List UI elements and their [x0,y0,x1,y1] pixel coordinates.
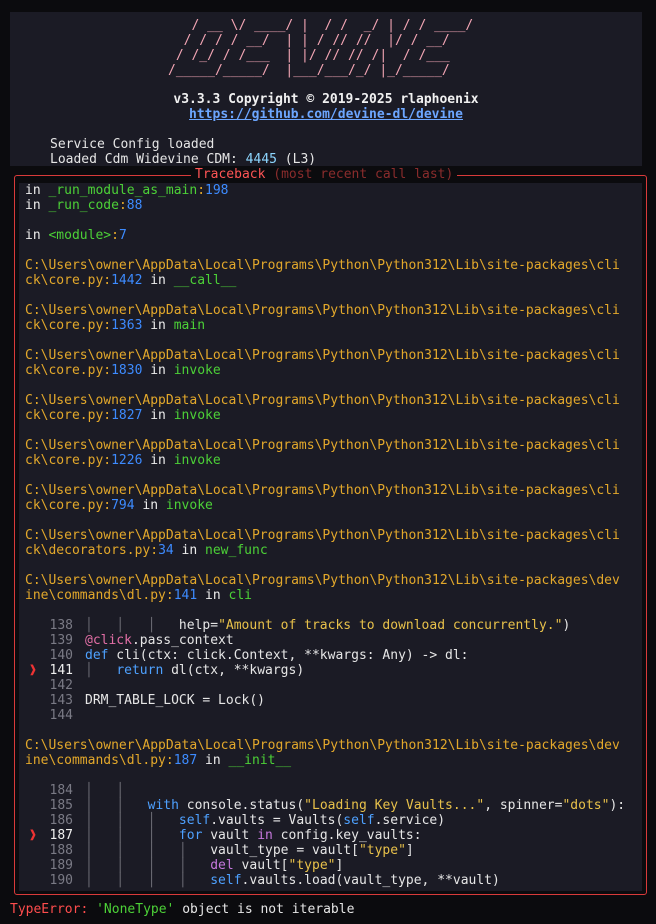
status-service: Service Config loaded [50,137,215,152]
traceback-frame: C:\Users\owner\AppData\Local\Programs\Py… [25,348,637,378]
frame-path: C:\Users\owner\AppData\Local\Programs\Py… [25,573,620,588]
status-cdm: Loaded Cdm Widevine CDM: 4445 (L3) [50,152,316,167]
status-cdm-prefix: Loaded Cdm Widevine CDM: [50,152,246,167]
frame-path: C:\Users\owner\AppData\Local\Programs\Py… [25,258,620,273]
code-snippet: 138 │ │ │ help="Amount of tracks to downl… [29,618,637,723]
frame-path: C:\Users\owner\AppData\Local\Programs\Py… [25,303,620,318]
frame-path: C:\Users\owner\AppData\Local\Programs\Py… [25,738,620,753]
frame-path: ck\core.py:1827 in invoke [25,408,221,423]
status-cdm-suffix: (L3) [276,152,317,167]
frame-path: C:\Users\owner\AppData\Local\Programs\Py… [25,483,620,498]
version-text: v3.3.3 Copyright © 2019-2025 rlaphoenix [173,92,479,107]
traceback-title: Traceback (most recent call last) [191,167,458,183]
frame-location: in _run_module_as_main:198 [25,183,229,198]
code-line: 143 DRM_TABLE_LOCK = Lock() [49,693,266,708]
traceback-frame: in _run_module_as_main:198 [25,183,637,198]
code-line: ❱ 141 │ return dl(ctx, **kwargs) [29,663,305,678]
traceback-frame: C:\Users\owner\AppData\Local\Programs\Py… [25,393,637,423]
code-line: 190 │ │ │ │ self.vaults.load(vault_type, … [49,873,500,888]
frame-path: ck\core.py:1830 in invoke [25,363,221,378]
frame-path: ck\core.py:1226 in invoke [25,453,221,468]
cdm-id: 4445 [245,152,277,167]
traceback-body: in _run_module_as_main:198 in _run_code:8… [19,183,642,891]
frame-path: ck\core.py:1442 in __call__ [25,273,237,288]
frame-path: ine\commands\dl.py:141 in cli [25,588,252,603]
error-text: object is not iterable [174,902,355,917]
traceback-frame: C:\Users\owner\AppData\Local\Programs\Py… [25,573,637,603]
frame-path: C:\Users\owner\AppData\Local\Programs\Py… [25,438,620,453]
traceback-frame: C:\Users\owner\AppData\Local\Programs\Py… [25,438,637,468]
frame-location: in <module>:7 [25,228,127,243]
repo-link[interactable]: https://github.com/devine-dl/devine [10,107,642,122]
frame-path: C:\Users\owner\AppData\Local\Programs\Py… [25,348,620,363]
frame-path: C:\Users\owner\AppData\Local\Programs\Py… [25,393,620,408]
logo-line: / __ \/ ____/ | / / _/ | / / ____/ [168,18,474,33]
traceback-frame: in _run_code:88 [25,198,637,213]
logo-line: / / / / __/ | | / // // |/ / __/ [168,33,474,48]
code-line: 138 │ │ │ help="Amount of tracks to downl… [49,618,571,633]
traceback-subtitle: (most recent call last) [273,167,454,182]
error-message: TypeError: 'NoneType' object is not iter… [10,902,354,917]
frame-path: ck\decorators.py:34 in new_func [25,543,268,558]
code-line: 188 │ │ │ │ vault_type = vault["type"] [49,843,414,858]
code-snippet: 184 │ │ 185 │ │ with console.status("Loadi… [29,783,637,888]
code-line: 144 [49,708,73,723]
code-line: ❱ 187 │ │ │ for vault in config.key_vaults… [29,828,422,843]
code-line: 139 @click.pass_context [49,633,234,648]
code-line: 140 def cli(ctx: click.Context, **kwargs:… [49,648,469,663]
traceback-panel: Traceback (most recent call last) in _ru… [14,167,647,895]
traceback-frame: C:\Users\owner\AppData\Local\Programs\Py… [25,528,637,558]
code-line: 186 │ │ │ self.vaults = Vaults(self.servi… [49,813,446,828]
traceback-frame: C:\Users\owner\AppData\Local\Programs\Py… [25,258,637,288]
banner: / __ \/ ____/ | / / _/ | / / ____/ / / /… [10,12,642,167]
current-line-marker-icon: ❱ [29,663,37,678]
frame-location: in _run_code:88 [25,198,143,213]
frame-path: C:\Users\owner\AppData\Local\Programs\Py… [25,528,620,543]
traceback-frame: in <module>:7 [25,228,637,243]
traceback-title-text: Traceback [195,167,266,182]
code-line: 185 │ │ with console.status("Loading Key … [49,798,626,813]
error-type: TypeError: [10,902,89,917]
frame-path: ine\commands\dl.py:187 in __init__ [25,753,292,768]
current-line-marker-icon: ❱ [29,828,37,843]
code-line: 142 [49,678,73,693]
traceback-frame: C:\Users\owner\AppData\Local\Programs\Py… [25,483,637,513]
code-line: 184 │ │ [49,783,148,798]
frame-path: ck\core.py:1363 in main [25,318,206,333]
frame-list: in _run_module_as_main:198 in _run_code:8… [25,183,637,888]
devine-ascii-logo: / __ \/ ____/ | / / _/ | / / ____/ / / /… [168,18,473,78]
error-quote: 'NoneType' [96,902,175,917]
frame-path: ck\core.py:794 in invoke [25,498,213,513]
logo-line: / /_/ / /___ | |/ // // /| / /___ [168,48,474,63]
code-line: 189 │ │ │ │ del vault["type"] [49,858,344,873]
traceback-frame: C:\Users\owner\AppData\Local\Programs\Py… [25,303,637,333]
traceback-frame: C:\Users\owner\AppData\Local\Programs\Py… [25,738,637,768]
logo-line: /_____/_____/ |___/___/_/ |_/_____/ [168,63,474,78]
